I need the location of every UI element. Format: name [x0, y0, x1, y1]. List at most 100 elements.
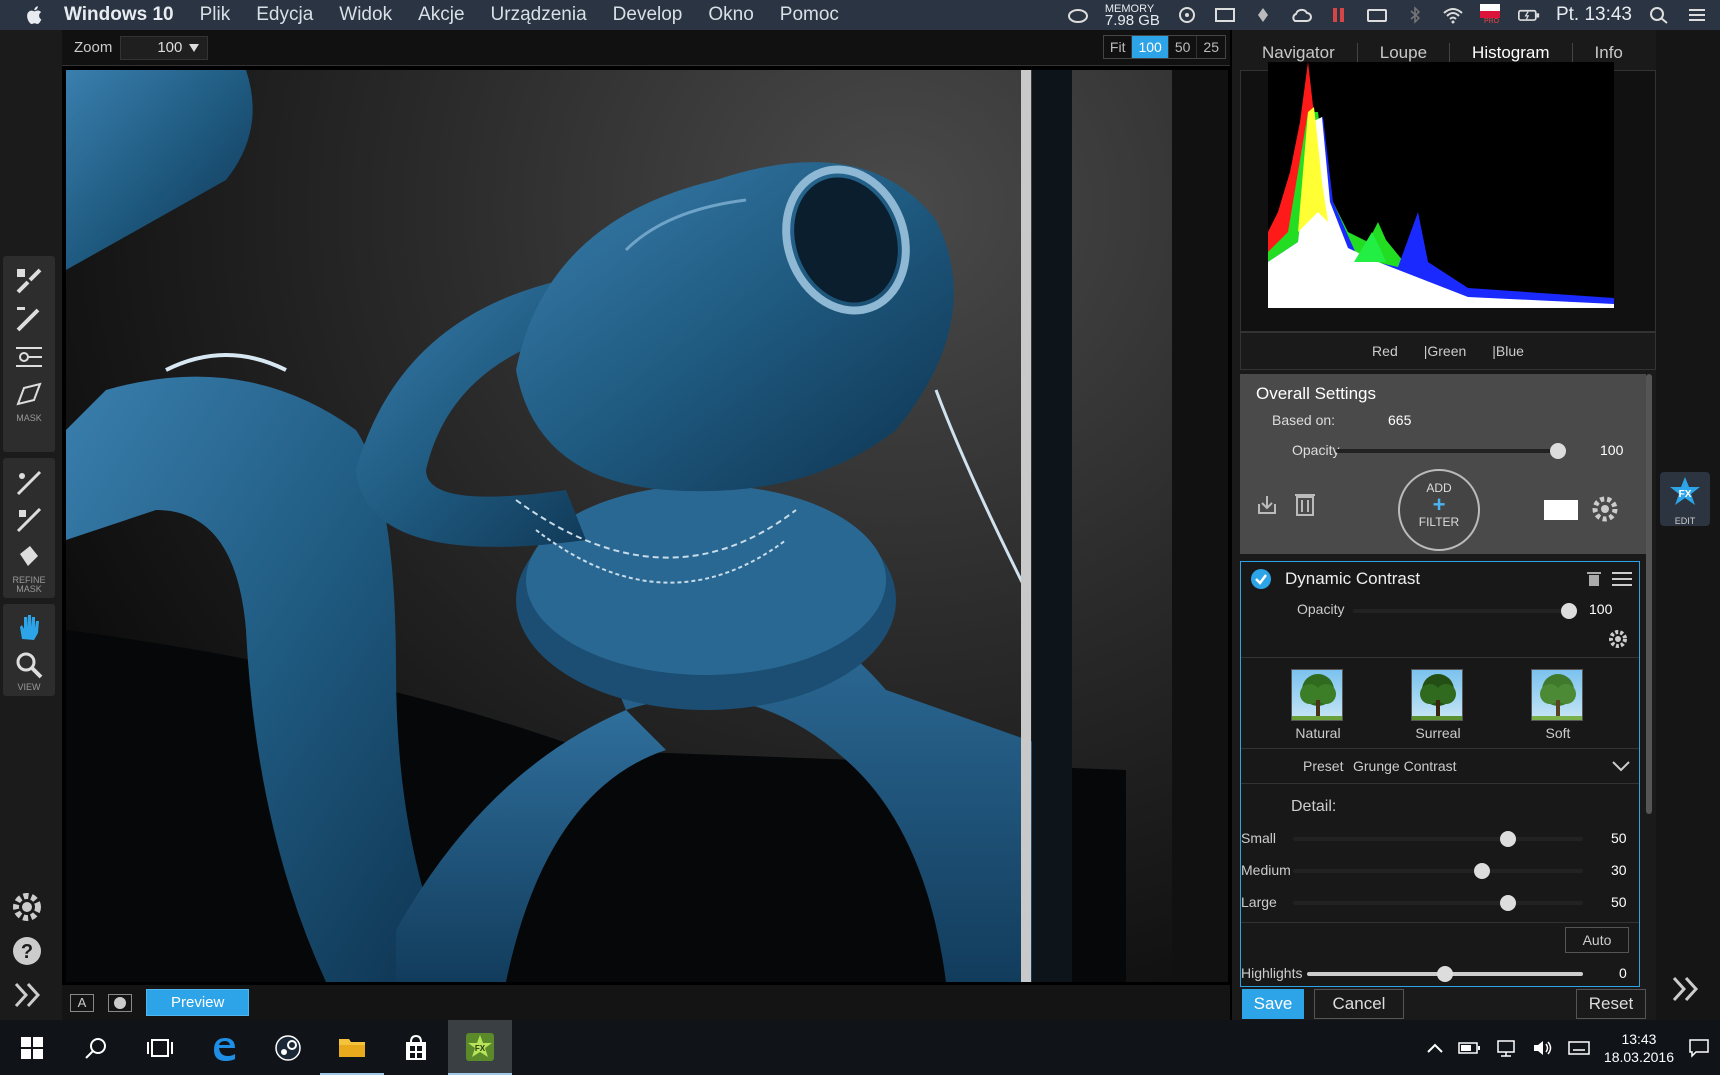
- filter-trash-icon[interactable]: [1587, 571, 1601, 587]
- settings-gear-icon[interactable]: [10, 890, 44, 924]
- cloud-icon[interactable]: [1290, 6, 1312, 24]
- import-icon[interactable]: [1256, 494, 1278, 516]
- menu-develop[interactable]: Develop: [613, 4, 683, 26]
- taskbar-steam[interactable]: [256, 1020, 320, 1075]
- tab-loupe[interactable]: Loupe: [1358, 43, 1451, 63]
- auto-button[interactable]: Auto: [1565, 927, 1629, 953]
- brush-tool[interactable]: [9, 262, 49, 300]
- overall-opacity-slider[interactable]: [1336, 443, 1566, 459]
- taskbar-store[interactable]: [384, 1020, 448, 1075]
- sync-icon[interactable]: [1176, 6, 1198, 24]
- taskbar-search-button[interactable]: [64, 1020, 128, 1075]
- preset-natural[interactable]: Natural: [1291, 669, 1345, 741]
- zoom-select[interactable]: 100: [120, 35, 209, 60]
- taskbar-on1-effects[interactable]: FX: [448, 1020, 512, 1075]
- cancel-button[interactable]: Cancel: [1314, 989, 1404, 1019]
- bluetooth-icon[interactable]: [1404, 6, 1426, 24]
- expand-chevrons-icon[interactable]: [10, 978, 44, 1012]
- brush-erase-tool[interactable]: [9, 300, 49, 338]
- app-tray-icon[interactable]: [1252, 6, 1274, 24]
- small-slider[interactable]: [1293, 831, 1583, 847]
- menu-plik[interactable]: Plik: [200, 4, 231, 26]
- battery-tray-icon[interactable]: [1458, 1040, 1482, 1056]
- menu-okno[interactable]: Okno: [708, 4, 753, 26]
- slider-knob[interactable]: [1499, 895, 1516, 911]
- medium-slider[interactable]: [1293, 863, 1583, 879]
- channel-green[interactable]: |Green: [1424, 343, 1467, 359]
- start-button[interactable]: [0, 1020, 64, 1075]
- zoom-100-button[interactable]: 100: [1132, 36, 1169, 58]
- slider-knob[interactable]: [1499, 831, 1516, 847]
- flag-indicator[interactable]: PRO: [1479, 4, 1502, 26]
- panel-scrollbar[interactable]: [1646, 374, 1652, 814]
- zoom-fit-button[interactable]: Fit: [1104, 36, 1133, 58]
- filter-enabled-checkbox[interactable]: [1251, 569, 1271, 589]
- slider-knob[interactable]: [1561, 603, 1577, 619]
- action-center-icon[interactable]: [1688, 1038, 1710, 1058]
- taskbar-file-explorer[interactable]: [320, 1020, 384, 1075]
- overall-gear-icon[interactable]: [1590, 494, 1620, 524]
- tab-navigator[interactable]: Navigator: [1240, 43, 1358, 63]
- preset-soft[interactable]: Soft: [1531, 669, 1585, 741]
- menu-urzadzenia[interactable]: Urządzenia: [491, 4, 587, 26]
- bucket-tool[interactable]: [9, 539, 49, 576]
- help-icon[interactable]: ?: [10, 934, 44, 968]
- mask-a-button[interactable]: A: [70, 993, 94, 1012]
- slider-knob[interactable]: [1437, 966, 1453, 982]
- keyboard-icon[interactable]: [1366, 6, 1388, 24]
- mask-overlay-button[interactable]: [108, 993, 132, 1012]
- zoom-25-button[interactable]: 25: [1197, 36, 1225, 58]
- filter-menu-icon[interactable]: [1611, 570, 1633, 588]
- wifi-icon[interactable]: [1442, 6, 1464, 24]
- filter-opacity-slider[interactable]: [1353, 603, 1577, 619]
- lasso-tool[interactable]: [9, 376, 49, 414]
- menu-edycja[interactable]: Edycja: [256, 4, 313, 26]
- network-icon[interactable]: [1496, 1039, 1518, 1057]
- tab-info[interactable]: Info: [1573, 43, 1645, 63]
- fx-edit-module[interactable]: FX EDIT: [1660, 472, 1710, 526]
- refine-erase-tool[interactable]: [9, 501, 49, 538]
- preview-button[interactable]: Preview: [146, 989, 250, 1016]
- refine-brush-tool[interactable]: [9, 464, 49, 501]
- save-button[interactable]: Save: [1242, 989, 1304, 1019]
- menu-widok[interactable]: Widok: [339, 4, 392, 26]
- gradient-tool[interactable]: [9, 338, 49, 376]
- notification-center-icon[interactable]: [1686, 6, 1708, 24]
- slider-knob[interactable]: [1473, 863, 1490, 879]
- taskbar-edge[interactable]: [192, 1020, 256, 1075]
- preset-dropdown[interactable]: Preset Grunge Contrast: [1241, 749, 1639, 783]
- spotlight-search-icon[interactable]: [1648, 6, 1670, 24]
- filter-gear-icon[interactable]: [1607, 628, 1629, 650]
- app-name[interactable]: Windows 10: [64, 4, 174, 26]
- channel-red[interactable]: Red: [1372, 343, 1398, 359]
- task-view-button[interactable]: [128, 1020, 192, 1075]
- photo-canvas[interactable]: [66, 70, 1172, 982]
- menubar-clock[interactable]: Pt. 13:43: [1556, 4, 1632, 26]
- keyboard-tray-icon[interactable]: [1568, 1039, 1590, 1057]
- parallels-icon[interactable]: [1328, 6, 1350, 24]
- zoom-50-button[interactable]: 50: [1169, 36, 1198, 58]
- tab-histogram[interactable]: Histogram: [1450, 43, 1573, 63]
- menu-akcje[interactable]: Akcje: [418, 4, 464, 26]
- large-slider[interactable]: [1293, 895, 1583, 911]
- apple-icon[interactable]: [24, 4, 46, 26]
- battery-icon[interactable]: [1517, 6, 1540, 24]
- reset-button[interactable]: Reset: [1576, 989, 1646, 1019]
- volume-icon[interactable]: [1532, 1039, 1554, 1057]
- preset-surreal[interactable]: Surreal: [1411, 669, 1465, 741]
- menu-pomoc[interactable]: Pomoc: [780, 4, 839, 26]
- trash-icon[interactable]: [1294, 491, 1316, 517]
- taskbar-clock[interactable]: 13:43 18.03.2016: [1604, 1030, 1674, 1066]
- creative-cloud-icon[interactable]: [1067, 6, 1089, 24]
- channel-blue[interactable]: |Blue: [1492, 343, 1524, 359]
- highlights-slider[interactable]: [1307, 966, 1583, 982]
- add-filter-button[interactable]: ADD + FILTER: [1398, 469, 1480, 551]
- zoom-tool[interactable]: [9, 647, 49, 684]
- mask-swatch[interactable]: [1544, 500, 1578, 520]
- slider-knob[interactable]: [1550, 443, 1566, 459]
- collapse-panel-chevrons-icon[interactable]: [1668, 972, 1702, 1006]
- hand-tool[interactable]: [9, 610, 49, 647]
- memory-indicator[interactable]: MEMORY 7.98 GB: [1105, 4, 1160, 29]
- window-icon[interactable]: [1214, 6, 1236, 24]
- chevron-up-icon[interactable]: [1426, 1042, 1444, 1054]
